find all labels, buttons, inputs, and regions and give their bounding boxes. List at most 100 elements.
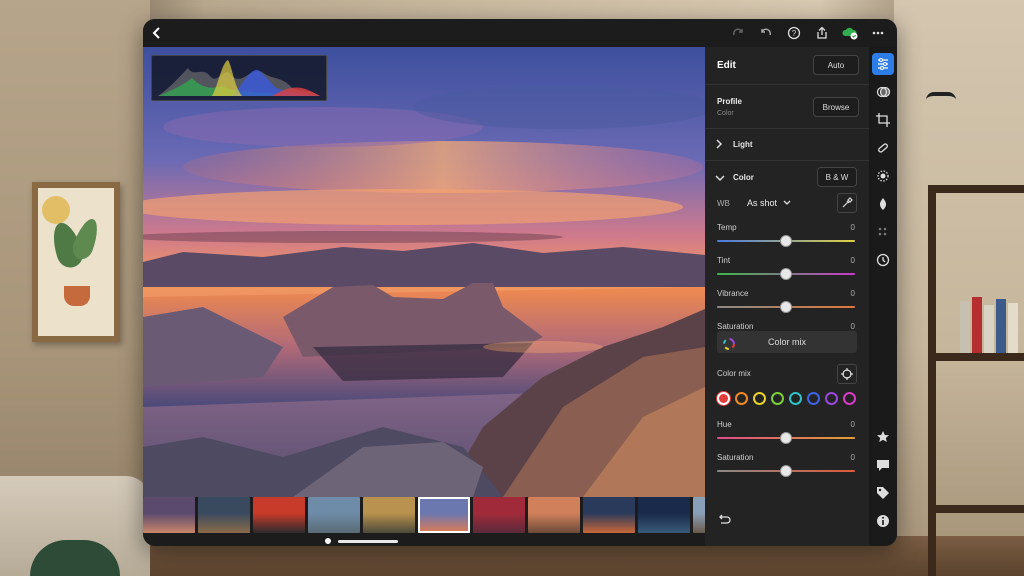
profile-title: Profile bbox=[717, 97, 742, 106]
bw-button[interactable]: B & W bbox=[817, 167, 857, 187]
color-mix-button-label: Color mix bbox=[767, 337, 806, 347]
slider-label-saturation: Saturation bbox=[717, 322, 754, 331]
back-icon[interactable] bbox=[149, 25, 165, 41]
tag-icon[interactable] bbox=[872, 482, 894, 504]
color-swatch[interactable] bbox=[717, 392, 730, 405]
presets-icon[interactable] bbox=[872, 81, 894, 103]
target-adjust-icon[interactable] bbox=[837, 364, 857, 384]
slider-vibrance[interactable] bbox=[717, 301, 855, 313]
color-swatch[interactable] bbox=[735, 392, 748, 405]
filmstrip-thumbnail[interactable] bbox=[253, 497, 305, 533]
color-swatch[interactable] bbox=[825, 392, 838, 405]
color-swatch[interactable] bbox=[789, 392, 802, 405]
chevron-down-icon bbox=[783, 200, 790, 205]
slider-saturation[interactable] bbox=[717, 465, 855, 477]
reset-icon[interactable] bbox=[717, 514, 731, 528]
color-swatch[interactable] bbox=[807, 392, 820, 405]
info-icon[interactable] bbox=[872, 510, 894, 532]
wall-art-frame bbox=[32, 182, 120, 342]
wall-art-plant-picture bbox=[38, 188, 114, 336]
wall-lamp bbox=[926, 92, 956, 106]
help-icon[interactable]: ? bbox=[783, 23, 805, 43]
healing-brush-icon[interactable] bbox=[872, 137, 894, 159]
comment-icon[interactable] bbox=[872, 454, 894, 476]
filmstrip-thumbnail[interactable] bbox=[638, 497, 690, 533]
eyedropper-icon[interactable] bbox=[837, 193, 857, 213]
chevron-right-icon bbox=[714, 138, 724, 152]
slider-value-hue: 0 bbox=[850, 420, 855, 429]
color-swatches bbox=[717, 392, 856, 405]
histogram[interactable] bbox=[151, 55, 327, 101]
page-dot bbox=[325, 538, 331, 544]
more-icon[interactable] bbox=[867, 23, 889, 43]
filmstrip-thumbnail[interactable] bbox=[143, 497, 195, 533]
wb-value: As shot bbox=[747, 198, 778, 208]
color-swatch[interactable] bbox=[843, 392, 856, 405]
wb-dropdown[interactable]: As shot bbox=[747, 198, 791, 208]
filmstrip[interactable] bbox=[143, 497, 778, 533]
color-mix-label: Color mix bbox=[717, 369, 751, 378]
wb-label: WB bbox=[717, 199, 730, 208]
color-swatch[interactable] bbox=[771, 392, 784, 405]
color-mix-button[interactable]: Color mix bbox=[717, 331, 857, 353]
top-bar: ? bbox=[143, 19, 897, 47]
share-icon[interactable] bbox=[811, 23, 833, 43]
slider-knob[interactable] bbox=[780, 432, 792, 444]
filmstrip-thumbnail[interactable] bbox=[308, 497, 360, 533]
filmstrip-thumbnail[interactable] bbox=[363, 497, 415, 533]
filmstrip-thumbnail[interactable] bbox=[473, 497, 525, 533]
crop-icon[interactable] bbox=[872, 109, 894, 131]
edit-sliders-icon[interactable] bbox=[872, 53, 894, 75]
slider-value-saturation: 0 bbox=[850, 322, 855, 331]
edit-panel: Edit Auto Profile Color Browse Light Col… bbox=[705, 47, 869, 546]
cloud-synced-icon[interactable] bbox=[839, 23, 861, 43]
light-section-header[interactable]: Light bbox=[705, 129, 869, 161]
svg-text:?: ? bbox=[792, 29, 797, 38]
slider-knob[interactable] bbox=[780, 235, 792, 247]
optics-icon[interactable] bbox=[872, 193, 894, 215]
slider-knob[interactable] bbox=[780, 465, 792, 477]
slider-label-saturation: Saturation bbox=[717, 453, 754, 462]
filmstrip-thumbnail[interactable] bbox=[198, 497, 250, 533]
redo-icon[interactable] bbox=[727, 23, 749, 43]
color-title: Color bbox=[733, 173, 754, 182]
slider-knob[interactable] bbox=[780, 301, 792, 313]
effects-icon[interactable] bbox=[872, 221, 894, 243]
bookshelf bbox=[928, 185, 1024, 576]
slider-value-saturation: 0 bbox=[850, 453, 855, 462]
color-section: Color B & W WB As shot Temp 0 Tint 0 Vibranc… bbox=[705, 161, 869, 546]
filmstrip-thumbnail[interactable] bbox=[583, 497, 635, 533]
browse-button[interactable]: Browse bbox=[813, 97, 859, 117]
right-toolbar bbox=[869, 47, 897, 546]
slider-knob[interactable] bbox=[780, 268, 792, 280]
auto-button[interactable]: Auto bbox=[813, 55, 859, 75]
filmstrip-thumbnail[interactable] bbox=[528, 497, 580, 533]
home-bar bbox=[338, 540, 398, 543]
filmstrip-thumbnail[interactable] bbox=[418, 497, 470, 533]
edit-title: Edit bbox=[717, 60, 736, 71]
versions-icon[interactable] bbox=[872, 249, 894, 271]
slider-value-temp: 0 bbox=[850, 223, 855, 232]
slider-label-vibrance: Vibrance bbox=[717, 289, 749, 298]
slider-value-tint: 0 bbox=[850, 256, 855, 265]
photo-canvas[interactable] bbox=[143, 47, 705, 497]
lightroom-window: ? Edit Auto Profile Color Browse Light C… bbox=[143, 19, 897, 546]
edit-header: Edit Auto bbox=[705, 47, 869, 85]
slider-value-vibrance: 0 bbox=[850, 289, 855, 298]
slider-hue[interactable] bbox=[717, 432, 855, 444]
color-swatch[interactable] bbox=[753, 392, 766, 405]
slider-label-hue: Hue bbox=[717, 420, 732, 429]
slider-temp[interactable] bbox=[717, 235, 855, 247]
color-wheel-icon bbox=[723, 336, 735, 358]
chevron-down-icon[interactable] bbox=[714, 173, 726, 185]
rate-icon[interactable] bbox=[872, 426, 894, 448]
undo-icon[interactable] bbox=[755, 23, 777, 43]
slider-label-temp: Temp bbox=[717, 223, 737, 232]
masking-icon[interactable] bbox=[872, 165, 894, 187]
slider-label-tint: Tint bbox=[717, 256, 731, 265]
sofa bbox=[0, 476, 150, 576]
profile-section: Profile Color Browse bbox=[705, 85, 869, 129]
slider-tint[interactable] bbox=[717, 268, 855, 280]
profile-value: Color bbox=[717, 110, 734, 117]
